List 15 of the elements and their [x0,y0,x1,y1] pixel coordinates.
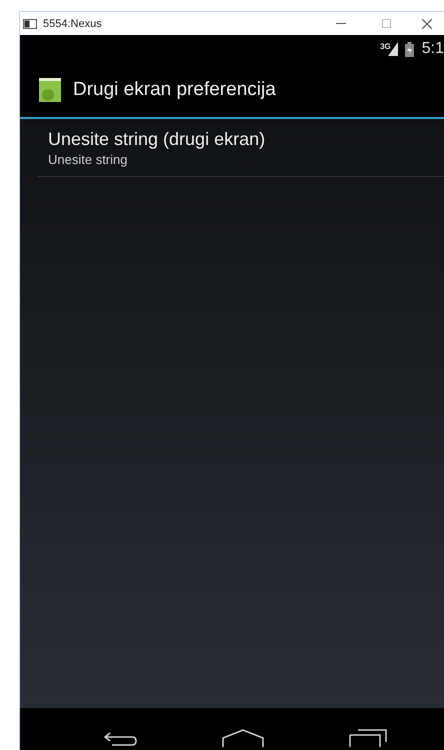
network-type: 3G [380,42,391,50]
app-icon[interactable] [39,78,61,102]
preference-summary: Unesite string [48,152,128,167]
battery-icon [404,42,414,56]
back-icon[interactable] [102,730,138,748]
close-icon[interactable] [422,18,432,28]
clock: 5:1 [422,40,444,58]
app-icon [23,18,37,28]
screen-title: Drugi ekran preferencija [73,79,276,101]
recent-apps-icon[interactable] [348,728,388,748]
home-icon[interactable] [220,728,265,748]
preference-item[interactable]: Unesite string (drugi ekran) Unesite string [38,129,444,177]
minimize-icon[interactable] [336,22,346,24]
preference-title: Unesite string (drugi ekran) [48,129,266,150]
window-title: 5554:Nexus [43,18,102,30]
